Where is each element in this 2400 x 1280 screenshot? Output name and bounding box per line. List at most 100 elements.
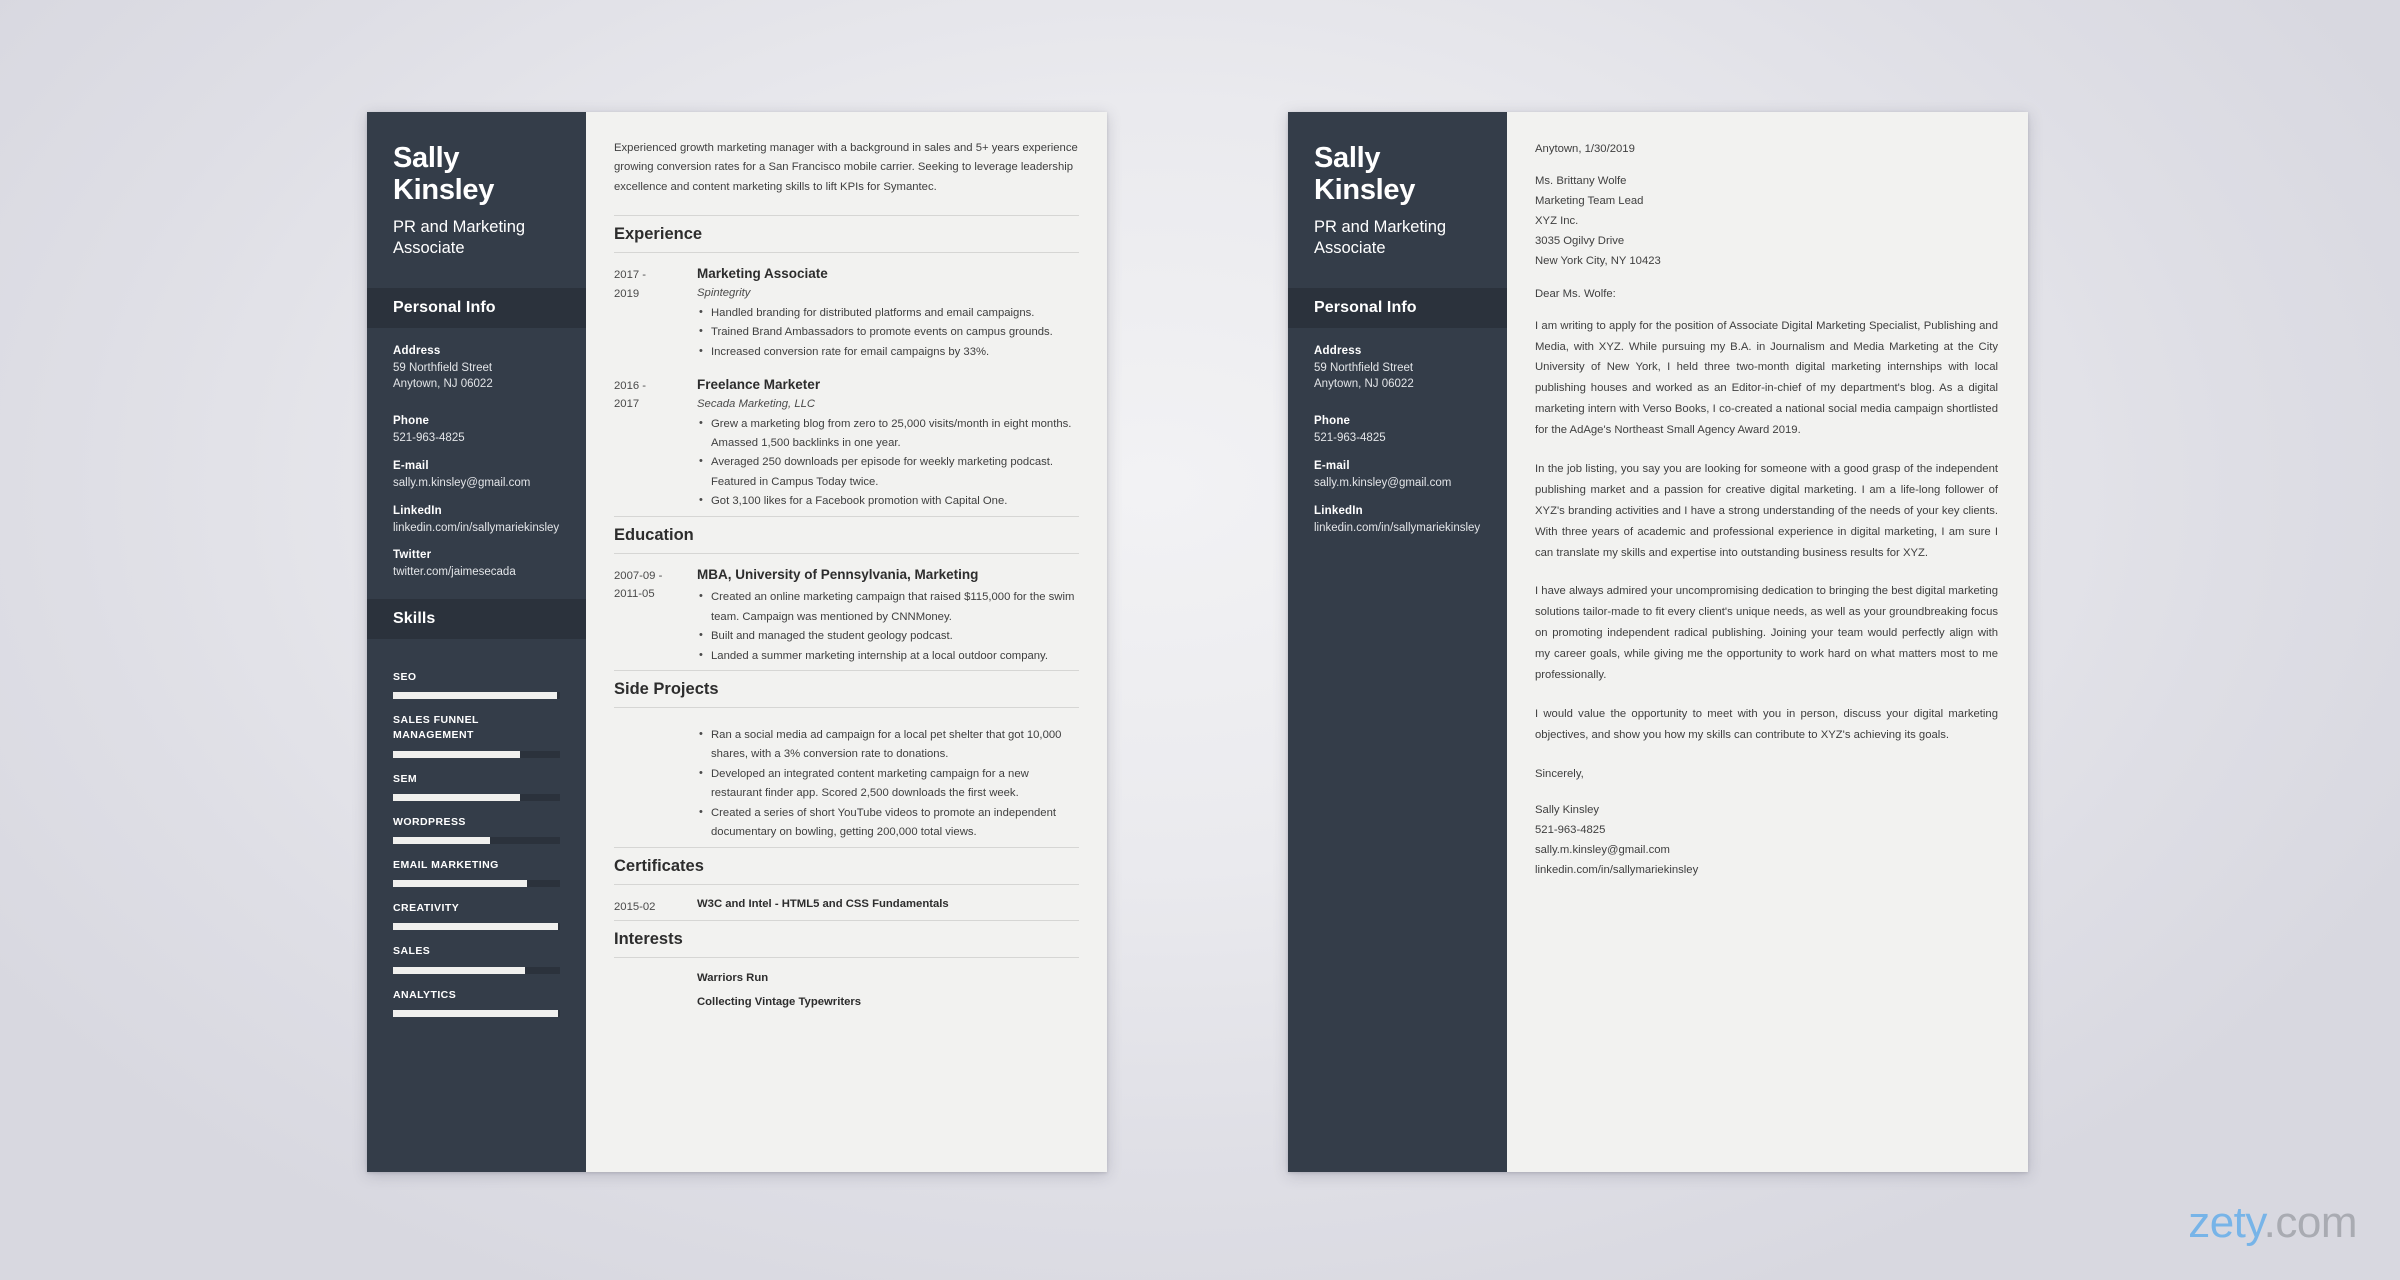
last-name: Kinsley: [393, 174, 495, 207]
skill-bar-fill: [393, 692, 557, 700]
skill-name: SEO: [393, 670, 417, 683]
resume-personal-info-heading: Personal Info: [367, 287, 586, 328]
entry-date: [614, 720, 697, 843]
contact-label: Address: [393, 344, 441, 357]
certificate-title: W3C and Intel - HTML5 and CSS Fundamenta…: [697, 897, 949, 910]
recipient-line: XYZ Inc.: [1535, 215, 1579, 228]
section-heading-interests: Interests: [614, 919, 1079, 958]
signature-contact-line[interactable]: sally.m.kinsley@gmail.com: [1535, 840, 1998, 860]
contact-value[interactable]: 521-963-4825: [1314, 430, 1481, 447]
letter-name-block: Sally Kinsley PR and Marketing Associate: [1288, 112, 1507, 288]
letter-salutation: Dear Ms. Wolfe:: [1535, 287, 1616, 300]
skill-item: ANALYTICS: [393, 988, 560, 1017]
resume-name-block: Sally Kinsley PR and Marketing Associate: [367, 112, 586, 288]
skill-bar-fill: [393, 880, 527, 888]
skill-item: SALES FUNNEL MANAGEMENT: [393, 713, 560, 758]
bullet-item: Handled branding for distributed platfor…: [697, 303, 1079, 323]
contact-item-address: Address 59 Northfield Street Anytown, NJ …: [393, 345, 560, 393]
bullet-item: Increased conversion rate for email camp…: [697, 342, 1079, 362]
skill-bar-track: [393, 923, 560, 931]
contact-label: Twitter: [393, 549, 432, 562]
skill-bar-fill: [393, 923, 559, 931]
skill-item: SALES: [393, 944, 560, 974]
entry-date: 2007-09 -2011-05: [614, 569, 663, 601]
bullet-list: Handled branding for distributed platfor…: [697, 303, 1079, 362]
contact-label: E-mail: [393, 459, 429, 472]
zety-domain-suffix: .com: [2263, 1198, 2358, 1247]
resume-page: Sally Kinsley PR and Marketing Associate…: [367, 112, 1107, 1172]
entry-subtitle: Secada Marketing, LLC: [697, 397, 816, 410]
entry-title: Freelance Marketer: [697, 377, 821, 393]
recipient-line: Ms. Brittany Wolfe: [1535, 175, 1627, 188]
zety-logo: zety.com: [2188, 1198, 2357, 1248]
entry-body: Marketing Associate Spintegrity Handled br…: [697, 265, 1079, 362]
experience-entry: 2017 -2019 Marketing Associate Spintegrity…: [614, 255, 1079, 366]
resume-sidebar: Sally Kinsley PR and Marketing Associate…: [367, 112, 586, 1172]
entry-body: W3C and Intel - HTML5 and CSS Fundamenta…: [697, 897, 1079, 916]
bullet-list: Created an online marketing campaign tha…: [697, 587, 1079, 666]
letter-personal-info-heading: Personal Info: [1288, 287, 1507, 328]
bullet-item: Trained Brand Ambassadors to promote eve…: [697, 322, 1079, 342]
certificate-entry: 2015-02 W3C and Intel - HTML5 and CSS Fun…: [614, 887, 1079, 920]
skill-bar-track: [393, 880, 560, 888]
resume-main-column: Experienced growth marketing manager wit…: [586, 112, 1107, 1172]
contact-item-email: E-mail sally.m.kinsley@gmail.com: [393, 460, 560, 492]
side-project-entry: Ran a social media ad campaign for a loc…: [614, 710, 1079, 847]
skill-name: CREATIVITY: [393, 902, 460, 915]
contact-item-email: E-mail sally.m.kinsley@gmail.com: [1314, 460, 1481, 492]
skill-bar-fill: [393, 966, 525, 974]
letter-paragraphs: I am writing to apply for the position o…: [1535, 316, 1998, 746]
letter-paragraph: I am writing to apply for the position o…: [1535, 319, 1998, 437]
entry-body: MBA, University of Pennsylvania, Marketi…: [697, 566, 1079, 666]
skill-bar-track: [393, 793, 560, 801]
side-projects-list: Ran a social media ad campaign for a loc…: [614, 710, 1079, 847]
cover-letter-page: Sally Kinsley PR and Marketing Associate…: [1288, 112, 2028, 1172]
skill-bar-track: [393, 836, 560, 844]
skill-bar-fill: [393, 1009, 559, 1017]
contact-label: Address: [1314, 344, 1362, 357]
skill-bar-track: [393, 1009, 560, 1017]
letter-body-column: Anytown, 1/30/2019 Ms. Brittany Wolfe Mar…: [1507, 112, 2028, 1172]
letter-sidebar: Sally Kinsley PR and Marketing Associate…: [1288, 112, 1507, 1172]
bullet-item: Developed an integrated content marketin…: [697, 764, 1079, 804]
skill-bar-fill: [393, 793, 520, 801]
skill-bar-fill: [393, 836, 490, 844]
resume-job-title: PR and Marketing Associate: [393, 217, 526, 258]
recipient-line: 3035 Ogilvy Drive: [1535, 235, 1625, 248]
bullet-item: Got 3,100 likes for a Facebook promotion…: [697, 491, 1079, 511]
recipient-line: Marketing Team Lead: [1535, 195, 1644, 208]
letter-paragraph: I have always admired your uncompromisin…: [1535, 585, 1998, 682]
skill-bar-track: [393, 750, 560, 758]
letter-signature-block: Sally Kinsley 521-963-4825 sally.m.kinsley…: [1535, 800, 1998, 880]
contact-value[interactable]: linkedin.com/in/sallymariekinsley: [1314, 520, 1481, 537]
section-heading-certificates: Certificates: [614, 846, 1079, 885]
contact-item-twitter: Twitter twitter.com/jaimesecada: [393, 549, 560, 581]
signature-contact-line[interactable]: linkedin.com/in/sallymariekinsley: [1535, 860, 1998, 880]
entry-title: MBA, University of Pennsylvania, Marketi…: [697, 566, 979, 582]
contact-item-linkedin: LinkedIn linkedin.com/in/sallymariekinsl…: [1314, 505, 1481, 537]
skill-bar-track: [393, 966, 560, 974]
bullet-item: Grew a marketing blog from zero to 25,00…: [697, 414, 1079, 454]
resume-skills-list: SEO SALES FUNNEL MANAGEMENT SEM WORDPRESS EM…: [367, 639, 586, 1017]
bullet-item: Created an online marketing campaign tha…: [697, 587, 1079, 627]
contact-value[interactable]: sally.m.kinsley@gmail.com: [1314, 475, 1481, 492]
skill-bar-track: [393, 692, 560, 700]
bullet-item: Created a series of short YouTube videos…: [697, 803, 1079, 843]
contact-value[interactable]: 521-963-4825: [393, 430, 560, 447]
skill-item: SEO: [393, 670, 560, 700]
section-heading-experience: Experience: [614, 215, 1079, 254]
contact-item-phone: Phone 521-963-4825: [1314, 415, 1481, 447]
signature-contact-line[interactable]: 521-963-4825: [1535, 820, 1998, 840]
contact-value[interactable]: sally.m.kinsley@gmail.com: [393, 475, 560, 492]
zety-wordmark: zety: [2188, 1198, 2264, 1247]
section-heading-education: Education: [614, 515, 1079, 554]
certificates-list: 2015-02 W3C and Intel - HTML5 and CSS Fun…: [614, 887, 1079, 920]
skill-name: SALES FUNNEL MANAGEMENT: [393, 714, 479, 742]
resume-contact-list: Address 59 Northfield Street Anytown, NJ …: [367, 328, 586, 581]
contact-value[interactable]: twitter.com/jaimesecada: [393, 564, 560, 581]
entry-date: 2017 -2019: [614, 269, 647, 300]
contact-value[interactable]: linkedin.com/in/sallymariekinsley: [393, 520, 560, 537]
letter-job-title: PR and Marketing Associate: [1314, 217, 1447, 258]
contact-item-phone: Phone 521-963-4825: [393, 415, 560, 447]
skill-name: SALES: [393, 945, 431, 958]
